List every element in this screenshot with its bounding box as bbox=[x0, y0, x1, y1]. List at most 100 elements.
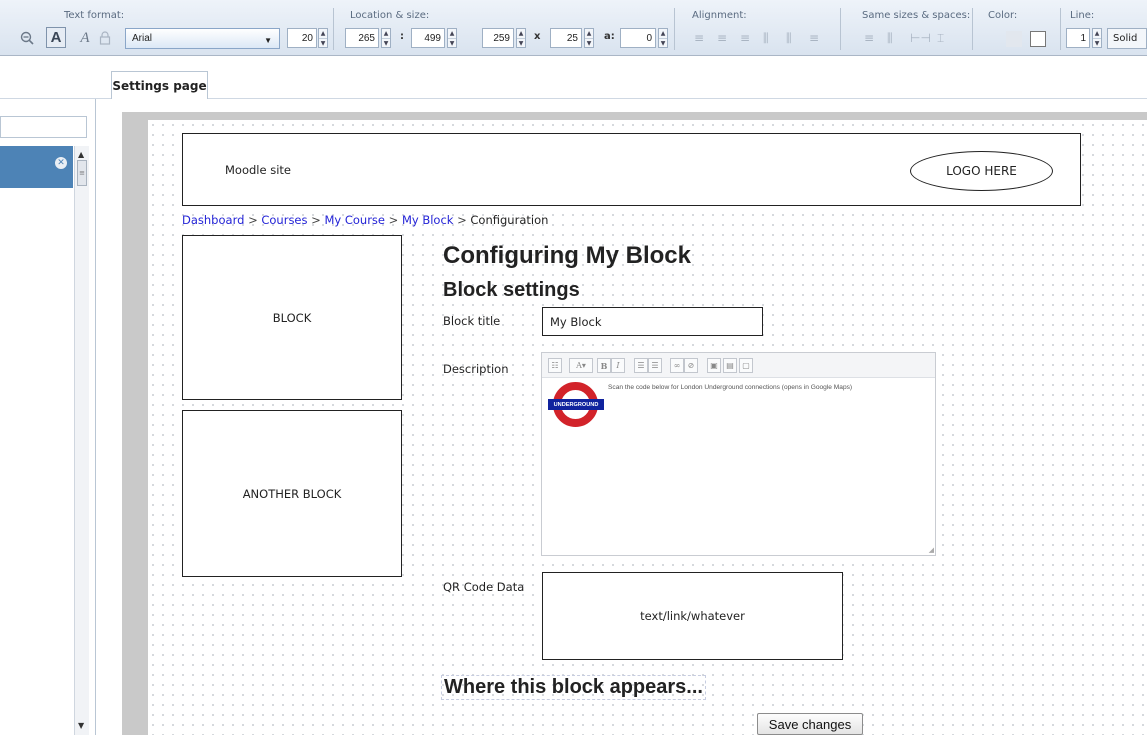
tab-settings-page[interactable]: Settings page bbox=[111, 71, 208, 99]
zoom-out-icon[interactable] bbox=[19, 30, 35, 46]
alignment-group-label: Alignment: bbox=[692, 10, 747, 21]
breadcrumb: Dashboard > Courses > My Course > My Blo… bbox=[182, 213, 548, 227]
y-position-input[interactable]: 499 bbox=[411, 28, 445, 48]
breadcrumb-dashboard[interactable]: Dashboard bbox=[182, 213, 244, 227]
angle-label: a: bbox=[604, 31, 615, 42]
block-label: BLOCK bbox=[272, 310, 312, 325]
panel-scrollbar[interactable]: ▲ ≡ ▼ bbox=[74, 146, 89, 735]
panel-search-input[interactable] bbox=[0, 116, 87, 138]
separator bbox=[972, 8, 973, 50]
text-italic-icon[interactable]: A bbox=[77, 29, 93, 47]
same-sizes-group-label: Same sizes & spaces: bbox=[862, 10, 971, 21]
toggle-toolbar-icon[interactable]: ☷ bbox=[548, 358, 562, 373]
media-icon[interactable]: ▤ bbox=[723, 358, 737, 373]
bulleted-list-icon[interactable]: ☰ bbox=[634, 358, 648, 373]
color-group-label: Color: bbox=[988, 10, 1018, 21]
space-horizontal-icon[interactable]: ⊢⊣ bbox=[910, 31, 931, 45]
qr-code-label: QR Code Data bbox=[443, 580, 525, 594]
fill-color-swatch[interactable] bbox=[1006, 31, 1022, 47]
block-title-label: Block title bbox=[443, 314, 501, 328]
qr-code-data-box[interactable]: text/link/whatever bbox=[542, 572, 843, 660]
page-title: Configuring My Block bbox=[443, 242, 691, 269]
another-block-box[interactable]: ANOTHER BLOCK bbox=[182, 410, 402, 577]
align-middle-icon[interactable]: ⫼ bbox=[786, 31, 792, 46]
block-title-input[interactable]: My Block bbox=[542, 307, 763, 336]
qr-code-value: text/link/whatever bbox=[640, 609, 745, 623]
font-size-stepper[interactable]: ▲ ▼ bbox=[318, 28, 328, 48]
same-height-icon[interactable]: ≡ bbox=[864, 31, 874, 45]
description-text: Scan the code below for London Undergrou… bbox=[608, 384, 853, 391]
breadcrumb-current: Configuration bbox=[470, 213, 549, 227]
line-style-select[interactable]: Solid bbox=[1107, 28, 1147, 49]
space-vertical-icon[interactable]: ⌶ bbox=[937, 31, 944, 46]
resize-grip-icon[interactable]: ◢ bbox=[929, 546, 934, 554]
breadcrumb-separator: > bbox=[311, 213, 321, 227]
line-width-input[interactable]: 1 bbox=[1066, 28, 1090, 48]
angle-input[interactable]: 0 bbox=[620, 28, 656, 48]
unlink-icon[interactable]: ⊘ bbox=[684, 358, 698, 373]
canvas-ruler bbox=[104, 99, 118, 735]
description-editor[interactable]: ☷ A▾ B I ☰ ☰ ∞ ⊘ ▣ ▤ ▢ UNDERGROUND Scan … bbox=[541, 352, 936, 556]
text-bold-icon[interactable]: A bbox=[46, 27, 66, 48]
breadcrumb-courses[interactable]: Courses bbox=[261, 213, 307, 227]
font-family-select[interactable]: Arial ▼ bbox=[125, 28, 280, 49]
site-name: Moodle site bbox=[225, 163, 291, 177]
coord-separator: : bbox=[400, 31, 404, 42]
editor-toolbar: Text format: A A Arial ▼ 20 ▲ ▼ Location … bbox=[0, 0, 1147, 56]
angle-stepper[interactable]: ▲ ▼ bbox=[658, 28, 668, 48]
same-width-icon[interactable]: ⫼ bbox=[887, 31, 893, 46]
text-format-group-label: Text format: bbox=[64, 10, 125, 21]
breadcrumb-my-course[interactable]: My Course bbox=[324, 213, 385, 227]
breadcrumb-separator: > bbox=[388, 213, 399, 227]
image-icon[interactable]: ▣ bbox=[707, 358, 721, 373]
x-position-input[interactable]: 265 bbox=[345, 28, 379, 48]
separator bbox=[840, 8, 841, 50]
align-top-icon[interactable]: ⫼ bbox=[763, 31, 769, 46]
font-size-input[interactable]: 20 bbox=[287, 28, 317, 48]
block-box[interactable]: BLOCK bbox=[182, 235, 402, 400]
link-icon[interactable]: ∞ bbox=[670, 358, 684, 373]
close-icon[interactable]: ✕ bbox=[55, 157, 67, 169]
underground-roundel-bar: UNDERGROUND bbox=[548, 399, 604, 410]
lock-icon[interactable] bbox=[98, 30, 112, 46]
y-position-stepper[interactable]: ▲ ▼ bbox=[447, 28, 457, 48]
x-position-stepper[interactable]: ▲ ▼ bbox=[381, 28, 391, 48]
separator bbox=[674, 8, 675, 50]
align-right-icon[interactable]: ≡ bbox=[740, 31, 750, 45]
align-bottom-icon[interactable]: ≡ bbox=[809, 31, 819, 45]
breadcrumb-separator: > bbox=[248, 213, 258, 227]
editor-format-toolbar: ☷ A▾ B I ☰ ☰ ∞ ⊘ ▣ ▤ ▢ bbox=[542, 353, 935, 378]
scrollbar-thumb[interactable]: ≡ bbox=[77, 160, 87, 186]
scroll-down-icon[interactable]: ▼ bbox=[78, 721, 84, 730]
save-changes-button[interactable]: Save changes bbox=[757, 713, 863, 735]
logo-placeholder[interactable]: LOGO HERE bbox=[910, 151, 1053, 191]
bold-icon[interactable]: B bbox=[597, 358, 611, 373]
font-family-value: Arial bbox=[132, 33, 153, 44]
outline-panel: ✕ ▲ ≡ ▼ bbox=[0, 99, 96, 735]
line-width-stepper[interactable]: ▲ ▼ bbox=[1092, 28, 1102, 48]
width-input[interactable]: 259 bbox=[482, 28, 514, 48]
another-block-label: ANOTHER BLOCK bbox=[242, 486, 342, 501]
width-stepper[interactable]: ▲ ▼ bbox=[516, 28, 526, 48]
tab-strip: Settings page bbox=[0, 57, 1147, 99]
align-center-icon[interactable]: ≡ bbox=[717, 31, 727, 45]
paragraph-style-icon[interactable]: A▾ bbox=[569, 358, 593, 373]
align-left-icon[interactable]: ≡ bbox=[694, 31, 704, 45]
separator bbox=[1060, 8, 1061, 50]
where-block-appears-heading: Where this block appears... bbox=[441, 675, 706, 700]
separator bbox=[333, 8, 334, 50]
size-separator: x bbox=[534, 31, 541, 42]
numbered-list-icon[interactable]: ☰ bbox=[648, 358, 662, 373]
scroll-up-icon[interactable]: ▲ bbox=[78, 150, 84, 159]
italic-icon[interactable]: I bbox=[611, 358, 625, 373]
section-heading: Block settings bbox=[443, 279, 580, 301]
chevron-down-icon: ▼ bbox=[264, 36, 272, 45]
description-label: Description bbox=[443, 362, 509, 376]
file-icon[interactable]: ▢ bbox=[739, 358, 753, 373]
line-group-label: Line: bbox=[1070, 10, 1095, 21]
line-color-icon[interactable] bbox=[1030, 31, 1046, 47]
location-size-group-label: Location & size: bbox=[350, 10, 430, 21]
height-input[interactable]: 25 bbox=[550, 28, 582, 48]
height-stepper[interactable]: ▲ ▼ bbox=[584, 28, 594, 48]
breadcrumb-my-block[interactable]: My Block bbox=[402, 213, 454, 227]
